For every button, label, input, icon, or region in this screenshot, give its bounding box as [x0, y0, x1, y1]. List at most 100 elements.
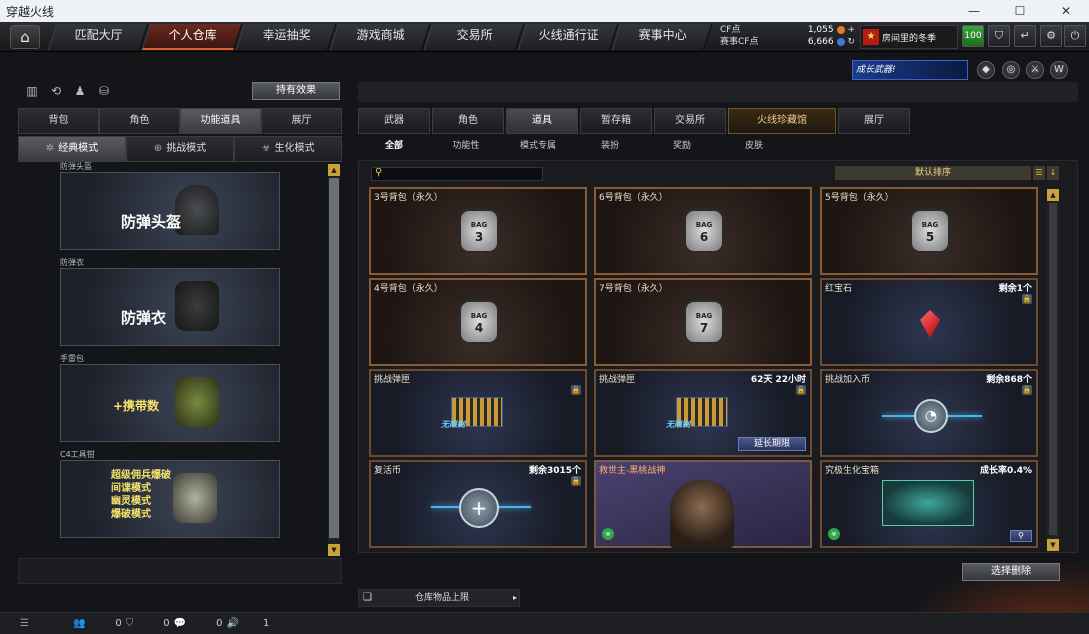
item-name: 救世主-黑桃战神 — [599, 466, 666, 476]
nav-tab-game-shop[interactable]: 游戏商城 — [329, 24, 431, 50]
tab-collection-hall[interactable]: 火线珍藏馆 — [728, 108, 836, 134]
grid-scrollbar[interactable]: ▲ ▼ — [1047, 189, 1059, 551]
badge-icon[interactable]: ◆ — [977, 61, 995, 79]
sword-icon[interactable]: ⚔ — [1026, 61, 1044, 79]
tab-function-items[interactable]: 功能道具 — [180, 108, 261, 134]
chat-icon[interactable]: 💬 — [174, 618, 186, 629]
item-name: 究极生化宝箱 — [825, 466, 880, 476]
growth-weapon-banner[interactable]: 成长武器! — [852, 60, 968, 80]
tab-showroom[interactable]: 展厅 — [261, 108, 342, 134]
scroll-up-icon[interactable]: ▲ — [328, 164, 340, 176]
tab-exchange[interactable]: 交易所 — [654, 108, 726, 134]
item-cell[interactable]: 6号背包（永久） BAG 6 — [594, 187, 812, 275]
nav-tab-exchange[interactable]: 交易所 — [423, 24, 525, 50]
target-icon[interactable]: ◎ — [1002, 61, 1020, 79]
gear-icon[interactable]: ⚙ — [1040, 25, 1062, 47]
nav-tab-event-center[interactable]: 赛事中心 — [611, 24, 713, 50]
main-nav: ⌂ 匹配大厅 个人仓库 幸运抽奖 游戏商城 交易所 火线通行证 赛事中心 CF点… — [0, 22, 1089, 52]
scroll-up-icon[interactable]: ▲ — [1047, 189, 1059, 201]
sort-order-icon[interactable]: ↓ — [1047, 166, 1059, 180]
effects-button[interactable]: 持有效果 — [252, 82, 340, 100]
nav-tab-lucky-draw[interactable]: 幸运抽奖 — [235, 24, 337, 50]
item-cell[interactable]: 挑战弹匣 62天 22小时 🔒 无限制 延长期限 — [594, 369, 812, 457]
tab-characters[interactable]: 角色 — [432, 108, 504, 134]
scroll-down-icon[interactable]: ▼ — [328, 544, 340, 556]
event-cf-value: 6,666 — [807, 37, 834, 47]
close-icon[interactable]: ✕ — [1043, 4, 1089, 18]
select-delete-button[interactable]: 选择删除 — [962, 563, 1060, 581]
bag-icon[interactable]: ⛁ — [96, 84, 112, 100]
level-badge[interactable]: 100 — [962, 25, 984, 47]
character-icon[interactable]: ♟ — [72, 84, 88, 100]
menu-icon[interactable]: ☰ — [20, 618, 29, 629]
subtab-mode-exclusive[interactable]: 模式专属 — [502, 136, 574, 156]
subtab-all[interactable]: 全部 — [358, 136, 430, 156]
item-cell[interactable]: 3号背包（永久） BAG 3 — [369, 187, 587, 275]
tab-backpack[interactable]: 背包 — [18, 108, 99, 134]
tab-temp-storage[interactable]: 暂存箱 — [580, 108, 652, 134]
recycle-icon[interactable]: ⟲ — [48, 84, 64, 100]
power-icon[interactable]: ⏻ — [1064, 25, 1086, 47]
minimize-icon[interactable]: — — [951, 4, 997, 18]
scroll-down-icon[interactable]: ▼ — [1047, 539, 1059, 551]
nav-tab-battle-pass[interactable]: 火线通行证 — [517, 24, 619, 50]
slot-label: 超级佣兵爆破 间谍模式 幽灵模式 爆破模式 — [111, 470, 171, 520]
maximize-icon[interactable]: ☐ — [997, 4, 1043, 18]
item-cell[interactable]: 复活币 剩余3015个 🔒 + — [369, 460, 587, 548]
nav-tab-match-lobby[interactable]: 匹配大厅 — [47, 24, 149, 50]
item-cell[interactable]: 挑战加入币 剩余868个 🔒 ◔ — [820, 369, 1038, 457]
friends-icon[interactable]: 👥 — [73, 618, 85, 629]
item-cell[interactable]: 4号背包（永久） BAG 4 — [369, 278, 587, 366]
backpack-icon: BAG 4 — [459, 300, 499, 344]
magnify-icon[interactable]: ⚲ — [1010, 530, 1032, 542]
subtab-skins[interactable]: 皮肤 — [718, 136, 790, 156]
tab-showroom[interactable]: 展厅 — [838, 108, 910, 134]
subtab-functional[interactable]: 功能性 — [430, 136, 502, 156]
list-view-icon[interactable]: ☰ — [1033, 166, 1045, 180]
username: 房间里的冬季 — [882, 33, 937, 44]
search-input[interactable]: ⚲ — [371, 167, 543, 181]
scroll-thumb[interactable] — [1049, 203, 1057, 535]
item-cell[interactable]: 救世主-黑桃战神 ☣ — [594, 460, 812, 548]
event-cf-label: 赛事CF点 — [720, 37, 759, 47]
clan-shield-icon[interactable]: ⛉ — [126, 618, 134, 629]
item-cell[interactable]: 5号背包（永久） BAG 5 — [820, 187, 1038, 275]
mode-zombie[interactable]: ☣ 生化模式 — [234, 136, 342, 162]
home-icon[interactable]: ⌂ — [10, 25, 40, 49]
item-cell[interactable]: 究极生化宝箱 成长率0.4% ☣ ⚲ — [820, 460, 1038, 548]
item-info: 成长率0.4% — [980, 466, 1032, 476]
tab-items[interactable]: 道具 — [506, 108, 578, 134]
shield-icon[interactable]: ⛉ — [988, 25, 1010, 47]
speaker-icon[interactable]: 🔊 — [227, 618, 239, 629]
storage-limit-button[interactable]: ❏ 仓库物品上限 ▸ — [358, 589, 520, 607]
extend-duration-button[interactable]: 延长期限 — [738, 437, 806, 451]
mode-challenge[interactable]: ⊕ 挑战模式 — [126, 136, 234, 162]
helmet-slot[interactable]: 防弹头盔 防弹头盔 — [60, 162, 280, 250]
event-coin-icon — [836, 37, 845, 46]
tab-character[interactable]: 角色 — [99, 108, 180, 134]
exit-room-icon[interactable]: ↵ — [1014, 25, 1036, 47]
grenade-pack-slot[interactable]: 手雷包 +携带数 — [60, 354, 280, 442]
sort-dropdown[interactable]: 默认排序 — [835, 166, 1031, 180]
user-info[interactable]: ★ 房间里的冬季 — [860, 25, 958, 49]
subtab-costume[interactable]: 装扮 — [574, 136, 646, 156]
left-scrollbar[interactable]: ▲ ▼ — [328, 164, 340, 556]
refresh-icon[interactable]: ↻ — [847, 37, 855, 47]
item-cell[interactable]: 挑战弹匣 🔒 无限制 — [369, 369, 587, 457]
currency-block: CF点 1,055 + 赛事CF点 6,666 ↻ — [720, 24, 855, 50]
mode-classic[interactable]: ✲ 经典模式 — [18, 136, 126, 162]
scroll-thumb[interactable] — [329, 178, 339, 538]
ruby-icon — [920, 310, 940, 338]
item-name: 挑战加入币 — [825, 375, 871, 385]
armor-slot[interactable]: 防弹衣 防弹衣 — [60, 258, 280, 346]
item-cell[interactable]: 红宝石 剩余1个 🔒 — [820, 278, 1038, 366]
add-icon[interactable]: + — [847, 25, 855, 35]
stats-icon[interactable]: ▥ — [24, 84, 40, 100]
item-cell[interactable]: 7号背包（永久） BAG 7 — [594, 278, 812, 366]
lock-icon: 🔒 — [1022, 385, 1032, 395]
c4-pliers-slot[interactable]: C4工具钳 超级佣兵爆破 间谍模式 幽灵模式 爆破模式 — [60, 450, 280, 538]
wing-icon[interactable]: W — [1050, 61, 1068, 79]
nav-tab-personal-storage[interactable]: 个人仓库 — [141, 24, 243, 50]
subtab-rewards[interactable]: 奖励 — [646, 136, 718, 156]
tab-weapons[interactable]: 武器 — [358, 108, 430, 134]
